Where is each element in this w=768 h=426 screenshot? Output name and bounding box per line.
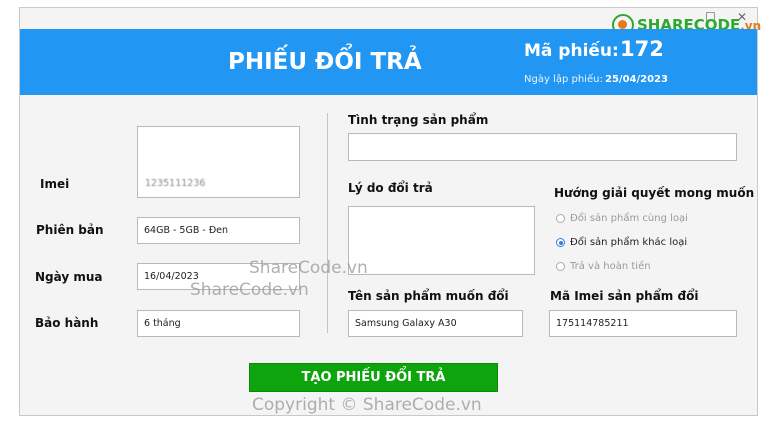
ma-imei-label: Mã Imei sản phẩm đổi — [550, 289, 699, 303]
ma-imei-field[interactable]: 175114785211 — [549, 310, 737, 337]
tinh-trang-label: Tình trạng sản phẩm — [348, 113, 489, 127]
radio-cung-loai-label: Đổi sản phẩm cùng loại — [570, 213, 688, 224]
ma-phieu-label: Mã phiếu: — [524, 41, 619, 61]
ma-phieu-value: 172 — [620, 37, 664, 61]
tinh-trang-field[interactable] — [348, 133, 737, 161]
phien-ban-label: Phiên bản — [36, 223, 104, 237]
ngay-mua-label: Ngày mua — [35, 270, 103, 284]
watermark-text-2: ShareCode.vn — [190, 280, 309, 300]
radio-tra-hoan-tien[interactable]: Trả và hoàn tiền — [556, 261, 651, 272]
radio-circle-icon — [556, 262, 565, 271]
radio-khac-loai[interactable]: Đổi sản phẩm khác loại — [556, 237, 687, 248]
ten-sp-label: Tên sản phẩm muốn đổi — [348, 289, 509, 303]
watermark-copyright: Copyright © ShareCode.vn — [252, 395, 482, 415]
watermark-text-1: ShareCode.vn — [249, 258, 368, 278]
header-bar: PHIẾU ĐỔI TRẢ Mã phiếu: 172 Ngày lập phi… — [20, 29, 757, 95]
imei-label: Imei — [40, 177, 70, 191]
radio-cung-loai[interactable]: Đổi sản phẩm cùng loại — [556, 213, 688, 224]
radio-tra-hoan-tien-label: Trả và hoàn tiền — [570, 261, 651, 272]
ten-sp-field[interactable]: Samsung Galaxy A30 — [348, 310, 523, 337]
radio-khac-loai-label: Đổi sản phẩm khác loại — [570, 237, 688, 248]
page-title: PHIẾU ĐỔI TRẢ — [228, 49, 422, 75]
ngay-lap-label: Ngày lập phiếu: — [524, 74, 603, 85]
imei-field[interactable]: 1235111236 — [139, 172, 289, 194]
ngay-lap-value: 25/04/2023 — [605, 74, 668, 85]
column-divider — [327, 113, 328, 333]
bao-hanh-label: Bảo hành — [35, 316, 99, 330]
radio-selected-icon — [556, 238, 565, 247]
phien-ban-field[interactable]: 64GB - 5GB - Đen — [137, 217, 300, 244]
tao-phieu-button[interactable]: TẠO PHIẾU ĐỔI TRẢ — [249, 363, 498, 392]
ly-do-label: Lý do đổi trả — [348, 181, 433, 195]
ly-do-textarea[interactable] — [348, 206, 535, 275]
bao-hanh-field[interactable]: 6 tháng — [137, 310, 300, 337]
radio-circle-icon — [556, 214, 565, 223]
huong-giai-quyet-label: Hướng giải quyết mong muốn — [554, 186, 755, 200]
